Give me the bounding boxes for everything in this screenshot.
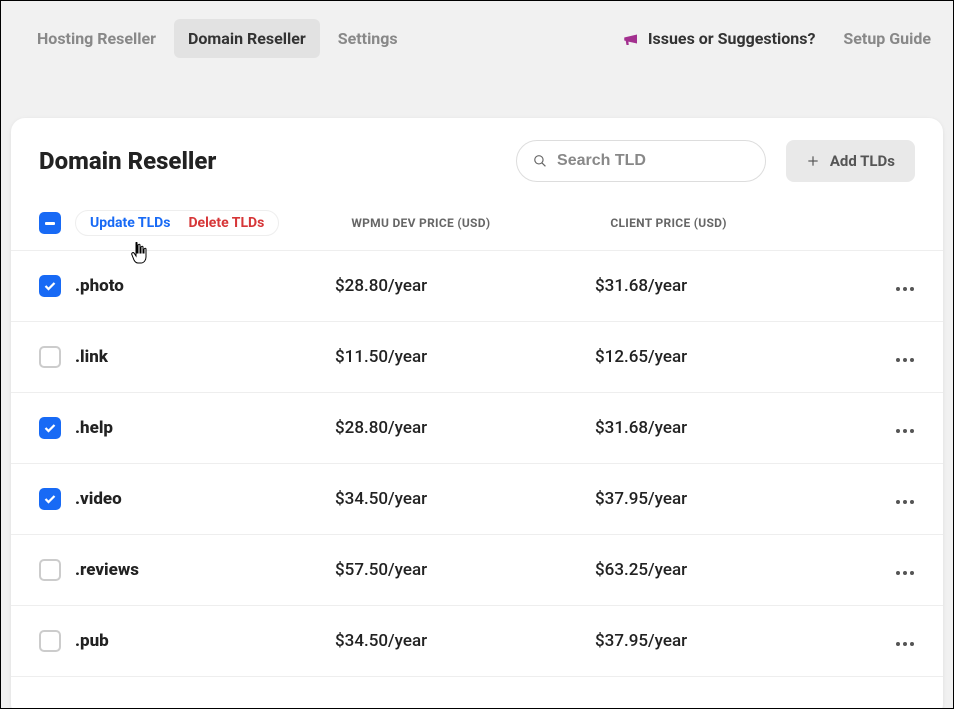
client-price: $31.68/year <box>595 276 855 296</box>
main-panel: Domain Reseller Add TLDs Update TLDs Del… <box>11 118 943 709</box>
update-tlds-button[interactable]: Update TLDs <box>90 215 170 231</box>
client-price: $63.25/year <box>595 560 855 580</box>
tld-name: .photo <box>75 276 335 296</box>
wpmu-price: $34.50/year <box>335 631 595 651</box>
row-checkbox[interactable] <box>39 559 61 581</box>
table-row: .pub$34.50/year$37.95/year <box>11 606 943 677</box>
wpmu-price: $11.50/year <box>335 347 595 367</box>
table-row: .photo$28.80/year$31.68/year <box>11 251 943 322</box>
tld-name: .help <box>75 418 335 438</box>
tld-name: .video <box>75 489 335 509</box>
panel-header: Domain Reseller Add TLDs <box>11 118 943 182</box>
wpmu-price: $28.80/year <box>335 418 595 438</box>
table-row: .reviews$57.50/year$63.25/year <box>11 535 943 606</box>
row-checkbox[interactable] <box>39 488 61 510</box>
client-price: $37.95/year <box>595 489 855 509</box>
wpmu-price: $34.50/year <box>335 489 595 509</box>
column-wpmu-price: WPMU DEV PRICE (USD) <box>351 216 490 230</box>
top-bar: Hosting Reseller Domain Reseller Setting… <box>1 1 953 58</box>
select-all-checkbox[interactable] <box>39 212 61 234</box>
row-checkbox[interactable] <box>39 417 61 439</box>
client-price: $37.95/year <box>595 631 855 651</box>
issues-suggestions-link[interactable]: Issues or Suggestions? <box>622 29 816 48</box>
row-checkbox[interactable] <box>39 630 61 652</box>
row-menu-button[interactable] <box>895 490 915 509</box>
plus-icon <box>806 154 820 168</box>
table-row: .help$28.80/year$31.68/year <box>11 393 943 464</box>
row-menu-button[interactable] <box>895 561 915 580</box>
row-checkbox[interactable] <box>39 275 61 297</box>
tld-name: .pub <box>75 631 335 651</box>
client-price: $31.68/year <box>595 418 855 438</box>
bulk-actions: Update TLDs Delete TLDs <box>75 210 279 236</box>
search-tld-field[interactable] <box>516 140 766 182</box>
client-price: $12.65/year <box>595 347 855 367</box>
page-title: Domain Reseller <box>39 147 216 175</box>
wpmu-price: $28.80/year <box>335 276 595 296</box>
row-menu-button[interactable] <box>895 277 915 296</box>
tab-hosting-reseller[interactable]: Hosting Reseller <box>23 19 170 58</box>
delete-tlds-button[interactable]: Delete TLDs <box>188 215 264 231</box>
tab-domain-reseller[interactable]: Domain Reseller <box>174 19 320 58</box>
column-client-price: CLIENT PRICE (USD) <box>610 216 726 230</box>
app-window: Hosting Reseller Domain Reseller Setting… <box>0 0 954 709</box>
table-header-row: Update TLDs Delete TLDs WPMU DEV PRICE (… <box>11 182 943 251</box>
wpmu-price: $57.50/year <box>335 560 595 580</box>
search-icon <box>533 153 547 169</box>
row-menu-button[interactable] <box>895 632 915 651</box>
tld-name: .link <box>75 347 335 367</box>
setup-guide-link[interactable]: Setup Guide <box>843 29 931 48</box>
row-menu-button[interactable] <box>895 419 915 438</box>
tld-rows: .photo$28.80/year$31.68/year.link$11.50/… <box>11 251 943 677</box>
table-row: .link$11.50/year$12.65/year <box>11 322 943 393</box>
megaphone-icon <box>622 30 640 48</box>
issues-label: Issues or Suggestions? <box>648 29 816 48</box>
row-menu-button[interactable] <box>895 348 915 367</box>
top-tabs: Hosting Reseller Domain Reseller Setting… <box>23 19 412 58</box>
tld-name: .reviews <box>75 560 335 580</box>
tab-settings[interactable]: Settings <box>324 19 412 58</box>
add-tlds-label: Add TLDs <box>830 152 895 170</box>
search-input[interactable] <box>557 152 749 170</box>
row-checkbox[interactable] <box>39 346 61 368</box>
add-tlds-button[interactable]: Add TLDs <box>786 140 915 182</box>
table-row: .video$34.50/year$37.95/year <box>11 464 943 535</box>
